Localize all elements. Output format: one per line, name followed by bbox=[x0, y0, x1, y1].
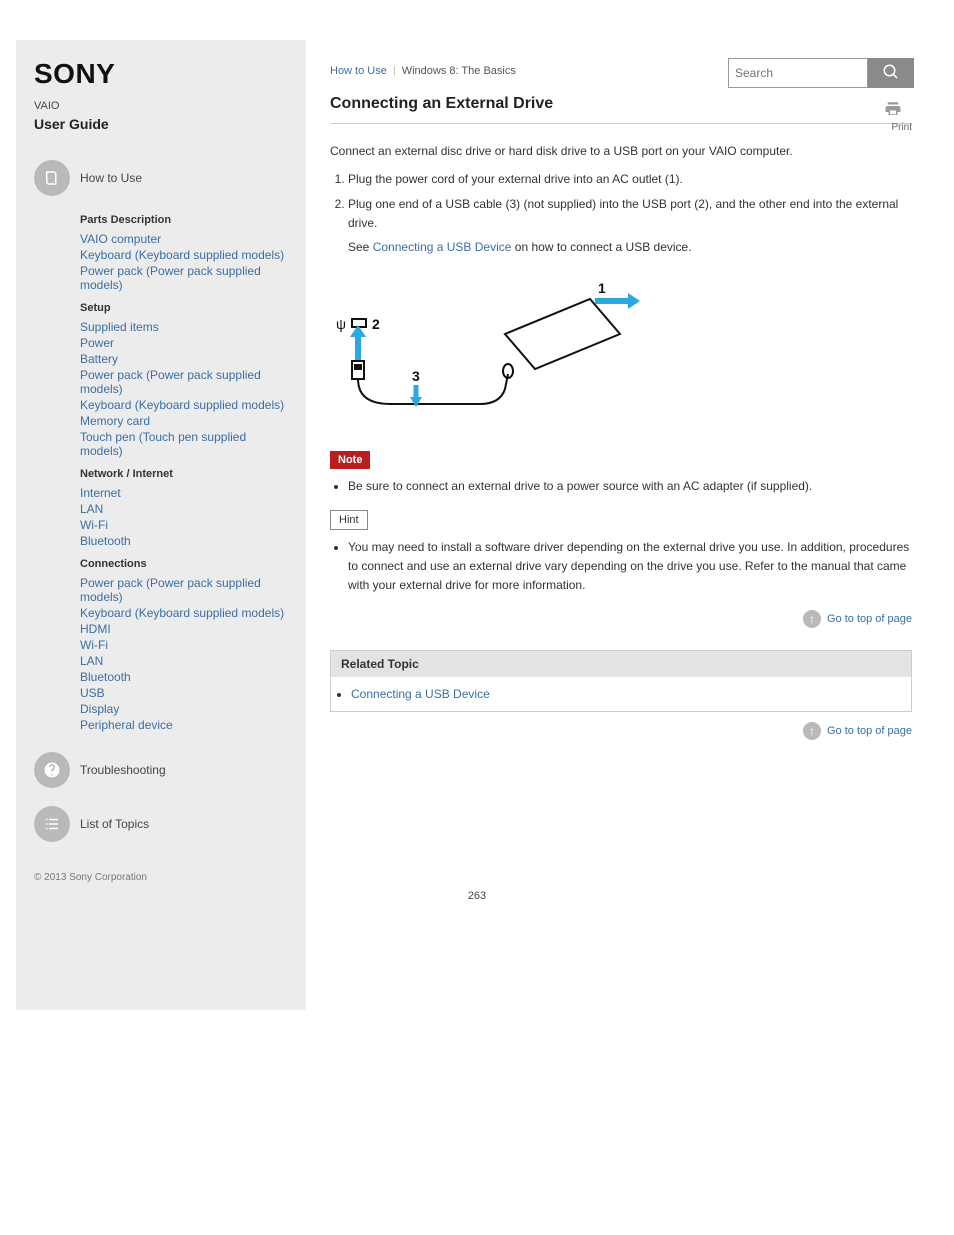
sidebar-link[interactable]: USB bbox=[80, 686, 288, 700]
list-item: Plug one end of a USB cable (3) (not sup… bbox=[348, 195, 912, 257]
sidebar-link[interactable]: Power pack (Power pack supplied models) bbox=[80, 264, 288, 292]
sidebar-link[interactable]: Keyboard (Keyboard supplied models) bbox=[80, 248, 288, 262]
related-topic-box: Related Topic Connecting a USB Device bbox=[330, 650, 912, 712]
sidebar-heading: Parts Description bbox=[80, 214, 288, 226]
sidebar-link[interactable]: Wi-Fi bbox=[80, 518, 288, 532]
brand-logo: SONY bbox=[34, 58, 288, 90]
arrow-up-icon: ↑ bbox=[803, 610, 821, 628]
sidebar-heading: Connections bbox=[80, 558, 288, 570]
search-button[interactable] bbox=[868, 58, 914, 88]
note-block: Note Be sure to connect an external driv… bbox=[330, 450, 912, 496]
sidebar-item-label: Troubleshooting bbox=[80, 763, 166, 777]
search-input[interactable] bbox=[728, 58, 868, 88]
steps-list: Plug the power cord of your external dri… bbox=[348, 170, 912, 257]
sidebar-link[interactable]: Internet bbox=[80, 486, 288, 500]
question-icon bbox=[34, 752, 70, 788]
svg-text:1: 1 bbox=[598, 280, 606, 296]
sidebar-section-0: Parts Description VAIO computer Keyboard… bbox=[34, 214, 288, 292]
product-label: VAIO bbox=[34, 100, 288, 112]
hint-label: Hint bbox=[330, 510, 368, 530]
page-title: Connecting an External Drive bbox=[330, 95, 912, 113]
sidebar-item-label: List of Topics bbox=[80, 817, 149, 831]
intro-text: Connect an external disc drive or hard d… bbox=[330, 142, 912, 160]
note-label: Note bbox=[330, 451, 370, 469]
sidebar-link[interactable]: Bluetooth bbox=[80, 670, 288, 684]
sidebar-link[interactable]: Supplied items bbox=[80, 320, 288, 334]
print-icon bbox=[884, 105, 902, 122]
print-button[interactable] bbox=[884, 100, 902, 123]
tab-link[interactable]: How to Use bbox=[330, 65, 387, 77]
sidebar-item-list[interactable]: List of Topics bbox=[34, 806, 288, 842]
related-heading: Related Topic bbox=[331, 651, 911, 677]
copyright: © 2013 Sony Corporation bbox=[34, 872, 288, 883]
sidebar-link[interactable]: Battery bbox=[80, 352, 288, 366]
sidebar-item-howtouse[interactable]: How to Use bbox=[34, 160, 288, 196]
book-icon bbox=[34, 160, 70, 196]
list-item: You may need to install a software drive… bbox=[348, 538, 912, 596]
list-item: Plug the power cord of your external dri… bbox=[348, 170, 912, 189]
arrow-up-icon: ↑ bbox=[803, 722, 821, 740]
print-label: Print bbox=[891, 122, 912, 133]
sidebar-heading: Network / Internet bbox=[80, 468, 288, 480]
sidebar-section-2: Network / Internet Internet LAN Wi-Fi Bl… bbox=[34, 468, 288, 548]
go-to-top-label: Go to top of page bbox=[827, 725, 912, 737]
sidebar-link[interactable]: Peripheral device bbox=[80, 718, 288, 732]
hint-block: Hint You may need to install a software … bbox=[330, 510, 912, 596]
sidebar-link[interactable]: Power bbox=[80, 336, 288, 350]
search bbox=[728, 58, 914, 88]
svg-text:ψ: ψ bbox=[336, 316, 346, 332]
sidebar-link[interactable]: Keyboard (Keyboard supplied models) bbox=[80, 606, 288, 620]
list-icon bbox=[34, 806, 70, 842]
sidebar-link[interactable]: Wi-Fi bbox=[80, 638, 288, 652]
related-link[interactable]: Connecting a USB Device bbox=[351, 687, 490, 701]
sidebar-item-troubleshooting[interactable]: Troubleshooting bbox=[34, 752, 288, 788]
sidebar-heading: Setup bbox=[80, 302, 288, 314]
list-item: Be sure to connect an external drive to … bbox=[348, 477, 912, 496]
inline-link[interactable]: Connecting a USB Device bbox=[373, 240, 512, 254]
sidebar-link[interactable]: HDMI bbox=[80, 622, 288, 636]
product-model: User Guide bbox=[34, 116, 288, 132]
sidebar-link[interactable]: Power pack (Power pack supplied models) bbox=[80, 368, 288, 396]
svg-text:2: 2 bbox=[372, 316, 380, 332]
connection-diagram: 1 ψ 2 3 bbox=[330, 269, 912, 434]
sidebar-link[interactable]: Power pack (Power pack supplied models) bbox=[80, 576, 288, 604]
sidebar-link[interactable]: Keyboard (Keyboard supplied models) bbox=[80, 398, 288, 412]
sidebar-link[interactable]: Memory card bbox=[80, 414, 288, 428]
sidebar-item-label: How to Use bbox=[80, 171, 142, 185]
tab-title: Windows 8: The Basics bbox=[402, 65, 516, 77]
go-to-top[interactable]: ↑ Go to top of page bbox=[330, 610, 912, 628]
sidebar-link[interactable]: LAN bbox=[80, 654, 288, 668]
sidebar-link[interactable]: LAN bbox=[80, 502, 288, 516]
sidebar-link[interactable]: VAIO computer bbox=[80, 232, 288, 246]
svg-text:3: 3 bbox=[412, 368, 420, 384]
search-icon bbox=[882, 63, 900, 84]
sidebar-link[interactable]: Display bbox=[80, 702, 288, 716]
divider-line bbox=[330, 123, 912, 124]
sidebar-link[interactable]: Touch pen (Touch pen supplied models) bbox=[80, 430, 288, 458]
main-content: How to Use | Windows 8: The Basics Conne… bbox=[330, 0, 954, 740]
divider: | bbox=[393, 65, 396, 77]
go-to-top-label: Go to top of page bbox=[827, 613, 912, 625]
go-to-top[interactable]: ↑ Go to top of page bbox=[330, 722, 912, 740]
sidebar-section-1: Setup Supplied items Power Battery Power… bbox=[34, 302, 288, 458]
sidebar-section-3: Connections Power pack (Power pack suppl… bbox=[34, 558, 288, 732]
list-item: Connecting a USB Device bbox=[351, 687, 891, 701]
sidebar-link[interactable]: Bluetooth bbox=[80, 534, 288, 548]
sidebar: SONY VAIO User Guide How to Use Parts De… bbox=[16, 40, 306, 1010]
